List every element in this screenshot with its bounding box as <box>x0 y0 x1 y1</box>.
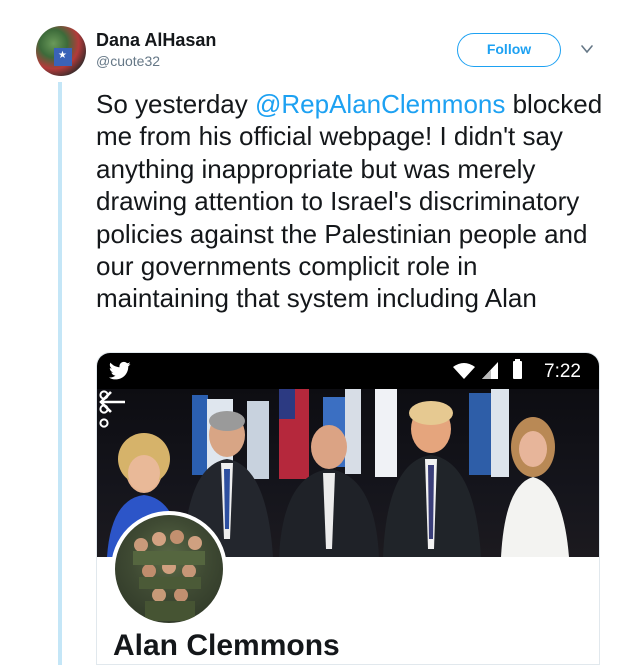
wifi-icon <box>453 363 475 379</box>
tweet-text: So yesterday @RepAlanClemmons blocked me… <box>96 88 606 315</box>
profile-name: Alan Clemmons <box>113 629 340 662</box>
battery-icon <box>513 359 522 379</box>
phone-status-bar: 7:22 <box>97 353 599 389</box>
thread-connector-line <box>58 82 62 665</box>
author-name[interactable]: Dana AlHasan <box>96 30 216 51</box>
author-avatar[interactable] <box>36 26 86 76</box>
follow-button[interactable]: Follow <box>457 33 561 67</box>
twitter-bird-icon <box>109 361 131 380</box>
profile-avatar[interactable] <box>111 511 227 627</box>
chevron-down-icon[interactable] <box>580 42 594 56</box>
more-vertical-icon[interactable] <box>97 389 111 429</box>
tweet-text-rest: blocked me from his official webpage! I … <box>96 89 603 314</box>
attached-screenshot[interactable]: 7:22 Alan Clemmons <box>96 352 600 665</box>
signal-icon <box>482 362 498 379</box>
mention-link[interactable]: @RepAlanClemmons <box>255 89 505 119</box>
tweet-text-start: So yesterday <box>96 89 255 119</box>
group-photo <box>133 530 205 621</box>
author-handle[interactable]: @cuote32 <box>96 53 160 69</box>
flag-icon <box>54 48 72 66</box>
status-time: 7:22 <box>544 361 581 382</box>
